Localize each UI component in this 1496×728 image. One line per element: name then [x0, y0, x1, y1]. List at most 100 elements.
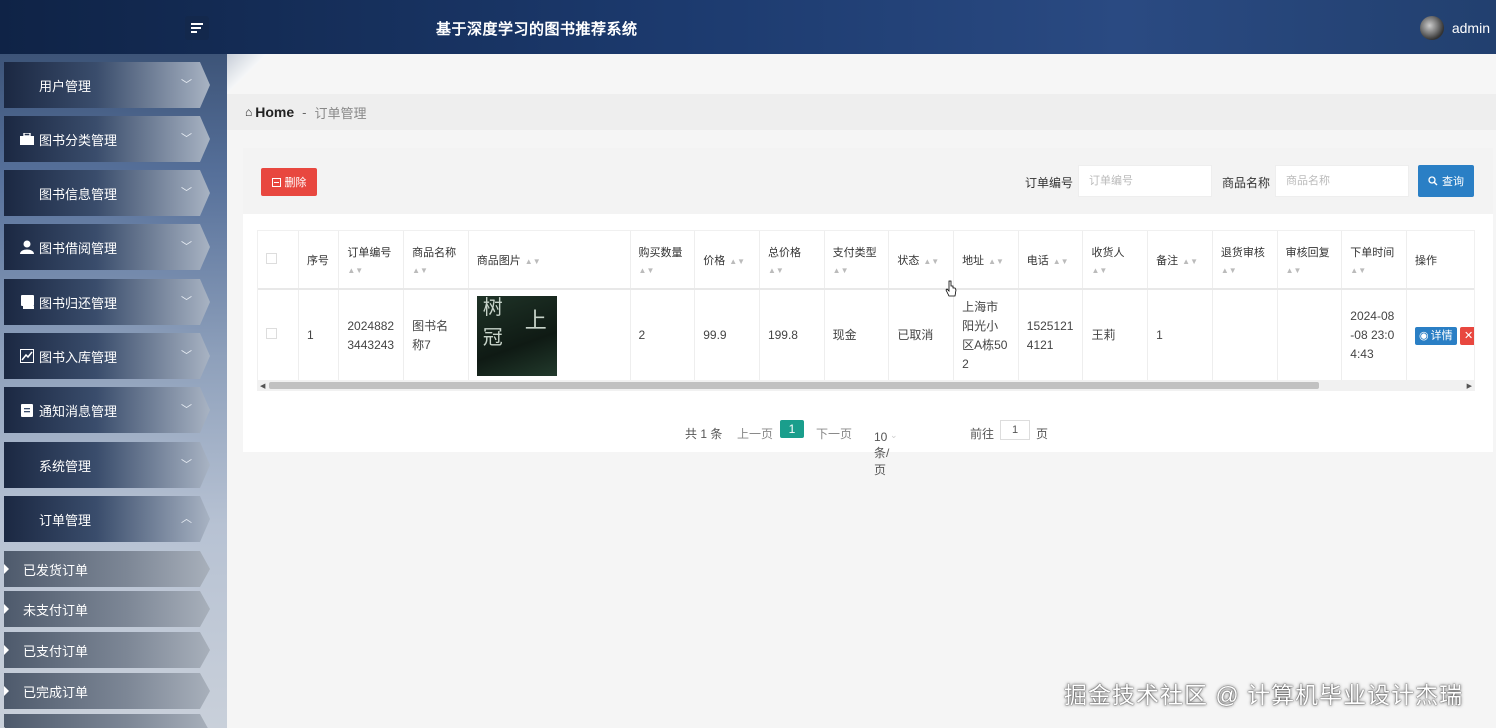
order-no-input[interactable]: [1078, 165, 1212, 197]
column-header[interactable]: 下单时间 ▲▼: [1341, 231, 1407, 290]
row-select-cell: [258, 289, 299, 381]
scroll-right-icon[interactable]: ▶: [1467, 382, 1472, 390]
cell-remark: 1: [1147, 289, 1213, 381]
grid-icon: [19, 512, 35, 526]
select-all-checkbox[interactable]: [266, 252, 277, 264]
cell-order-no: 20248823443243: [338, 289, 405, 381]
chevron-down-icon: ﹀: [181, 459, 192, 471]
column-header[interactable]: 备注 ▲▼: [1147, 231, 1213, 290]
sort-icon[interactable]: ▲▼: [1053, 257, 1069, 266]
goto-page-input[interactable]: 1: [1000, 420, 1030, 440]
column-header[interactable]: 状态 ▲▼: [888, 231, 955, 290]
sort-icon[interactable]: ▲▼: [1091, 266, 1139, 276]
main-content: ⌂ Home - 订单管理 删除 订单编号 商品名称 查询: [227, 54, 1496, 728]
prev-page-button[interactable]: 上一页: [737, 425, 773, 442]
sidebar-item-book-borrow[interactable]: 图书借阅管理 ﹀: [4, 224, 210, 270]
column-header[interactable]: 序号: [298, 231, 340, 290]
sort-icon[interactable]: ▲▼: [525, 257, 541, 266]
column-header[interactable]: 收货人 ▲▼: [1082, 231, 1149, 290]
chevron-down-icon: ﹀: [181, 404, 192, 416]
sidebar-item-label: 图书分类管理: [39, 132, 118, 148]
sort-icon[interactable]: ▲▼: [923, 257, 939, 266]
column-header[interactable]: 订单编号 ▲▼: [338, 231, 405, 290]
sidebar-subitem-completed-orders[interactable]: 已完成订单: [4, 673, 210, 709]
sort-icon[interactable]: ▲▼: [988, 257, 1004, 266]
sort-icon[interactable]: ▲▼: [1182, 257, 1198, 266]
sidebar-item-notice[interactable]: 通知消息管理 ﹀: [4, 387, 210, 433]
sidebar-item-book-info[interactable]: 图书信息管理 ﹀: [4, 170, 210, 216]
move-button[interactable]: ✕移: [1459, 327, 1474, 346]
menu-toggle-icon[interactable]: [185, 16, 209, 40]
breadcrumb-home[interactable]: ⌂ Home: [245, 104, 294, 120]
sidebar-item-book-return[interactable]: 图书归还管理 ﹀: [4, 279, 210, 325]
sort-icon[interactable]: ▲▼: [1350, 266, 1398, 276]
sidebar-subitem-unpaid-orders[interactable]: 未支付订单: [4, 591, 210, 627]
column-header[interactable]: 电话 ▲▼: [1018, 231, 1084, 290]
sidebar-subitem-paid-orders[interactable]: 已支付订单: [4, 632, 210, 668]
sort-icon[interactable]: ▲▼: [1286, 266, 1334, 276]
sidebar-item-orders[interactable]: 订单管理 ︿: [4, 496, 210, 542]
sort-icon[interactable]: ▲▼: [347, 266, 395, 276]
sidebar-item-label: 通知消息管理: [39, 403, 118, 419]
column-header[interactable]: 总价格 ▲▼: [759, 231, 825, 290]
sidebar-subitem-shipped-orders[interactable]: 已发货订单: [4, 551, 210, 587]
cell-phone: 15251214121: [1018, 289, 1084, 381]
product-name-input[interactable]: [1275, 165, 1409, 197]
cell-index: 1: [298, 289, 340, 381]
page-size-value: 10条/页: [874, 430, 890, 477]
row-checkbox[interactable]: [266, 328, 277, 339]
column-header[interactable]: 支付类型 ▲▼: [824, 231, 890, 290]
grid-icon: [19, 78, 35, 92]
column-header[interactable]: 商品图片 ▲▼: [468, 231, 631, 290]
page-curl-decoration: [227, 54, 267, 94]
search-icon: [1428, 176, 1438, 186]
cell-order-time: 2024-08-08 23:04:43: [1341, 289, 1407, 381]
sidebar-item-book-category[interactable]: 图书分类管理 ﹀: [4, 116, 210, 162]
sidebar: 用户管理 ﹀ 图书分类管理 ﹀ 图书信息管理 ﹀ 图书借阅管理 ﹀ 图书归还管理…: [0, 54, 227, 728]
sort-icon[interactable]: ▲▼: [412, 266, 460, 276]
sort-icon[interactable]: ▲▼: [768, 266, 816, 276]
sort-icon[interactable]: ▲▼: [1221, 266, 1269, 276]
chevron-up-icon: ︿: [181, 513, 192, 525]
column-header[interactable]: 价格 ▲▼: [694, 231, 760, 290]
sidebar-subitem-more[interactable]: [4, 714, 210, 728]
username: admin: [1451, 20, 1490, 36]
horizontal-scrollbar[interactable]: ◀ ▶: [257, 380, 1475, 391]
delete-button[interactable]: 删除: [261, 168, 317, 196]
chart-icon: [19, 349, 35, 363]
breadcrumb-home-label: Home: [255, 104, 295, 120]
sidebar-item-user-management[interactable]: 用户管理 ﹀: [4, 62, 210, 108]
tab-bar: [227, 54, 1496, 94]
scrollbar-thumb[interactable]: [269, 382, 1319, 389]
detail-button[interactable]: ◉ 详情: [1414, 327, 1457, 346]
product-name-label: 商品名称: [1222, 176, 1271, 190]
sidebar-item-book-stock-in[interactable]: 图书入库管理 ﹀: [4, 333, 210, 379]
order-panel: 删除 订单编号 商品名称 查询: [243, 148, 1493, 477]
column-header[interactable]: 购买数量 ▲▼: [630, 231, 696, 290]
sort-icon[interactable]: ▲▼: [639, 266, 687, 276]
cell-address: 上海市阳光小区A栋502: [953, 289, 1019, 381]
column-header[interactable]: 退货审核 ▲▼: [1212, 231, 1278, 290]
system-title: 基于深度学习的图书推荐系统: [436, 21, 638, 38]
scroll-left-icon[interactable]: ◀: [260, 382, 265, 390]
search-button[interactable]: 查询: [1418, 165, 1474, 197]
sort-icon[interactable]: ▲▼: [729, 257, 745, 266]
breadcrumb: ⌂ Home - 订单管理: [227, 94, 1496, 130]
chevron-down-icon: ﹀: [181, 350, 192, 362]
cell-return-review: [1212, 289, 1278, 381]
search-button-label: 查询: [1442, 176, 1464, 188]
column-header[interactable]: 商品名称 ▲▼: [403, 231, 469, 290]
sort-icon[interactable]: ▲▼: [833, 266, 881, 276]
column-header[interactable]: 审核回复 ▲▼: [1277, 231, 1343, 290]
page-number-current[interactable]: 1: [780, 420, 804, 438]
close-icon: ✕: [1463, 329, 1474, 342]
select-all-cell: [258, 231, 299, 290]
book-icon: [19, 295, 35, 309]
table-row[interactable]: 1 20248823443243 图书名称7 树 上 冠 2 99.9 199.…: [258, 289, 1474, 381]
user-menu[interactable]: admin: [1419, 16, 1490, 40]
column-header[interactable]: 地址 ▲▼: [953, 231, 1019, 290]
sidebar-item-label: 图书信息管理: [39, 186, 118, 202]
next-page-button[interactable]: 下一页: [816, 425, 852, 442]
product-image[interactable]: 树 上 冠: [476, 295, 557, 376]
sidebar-item-system[interactable]: 系统管理 ﹀: [4, 442, 210, 488]
